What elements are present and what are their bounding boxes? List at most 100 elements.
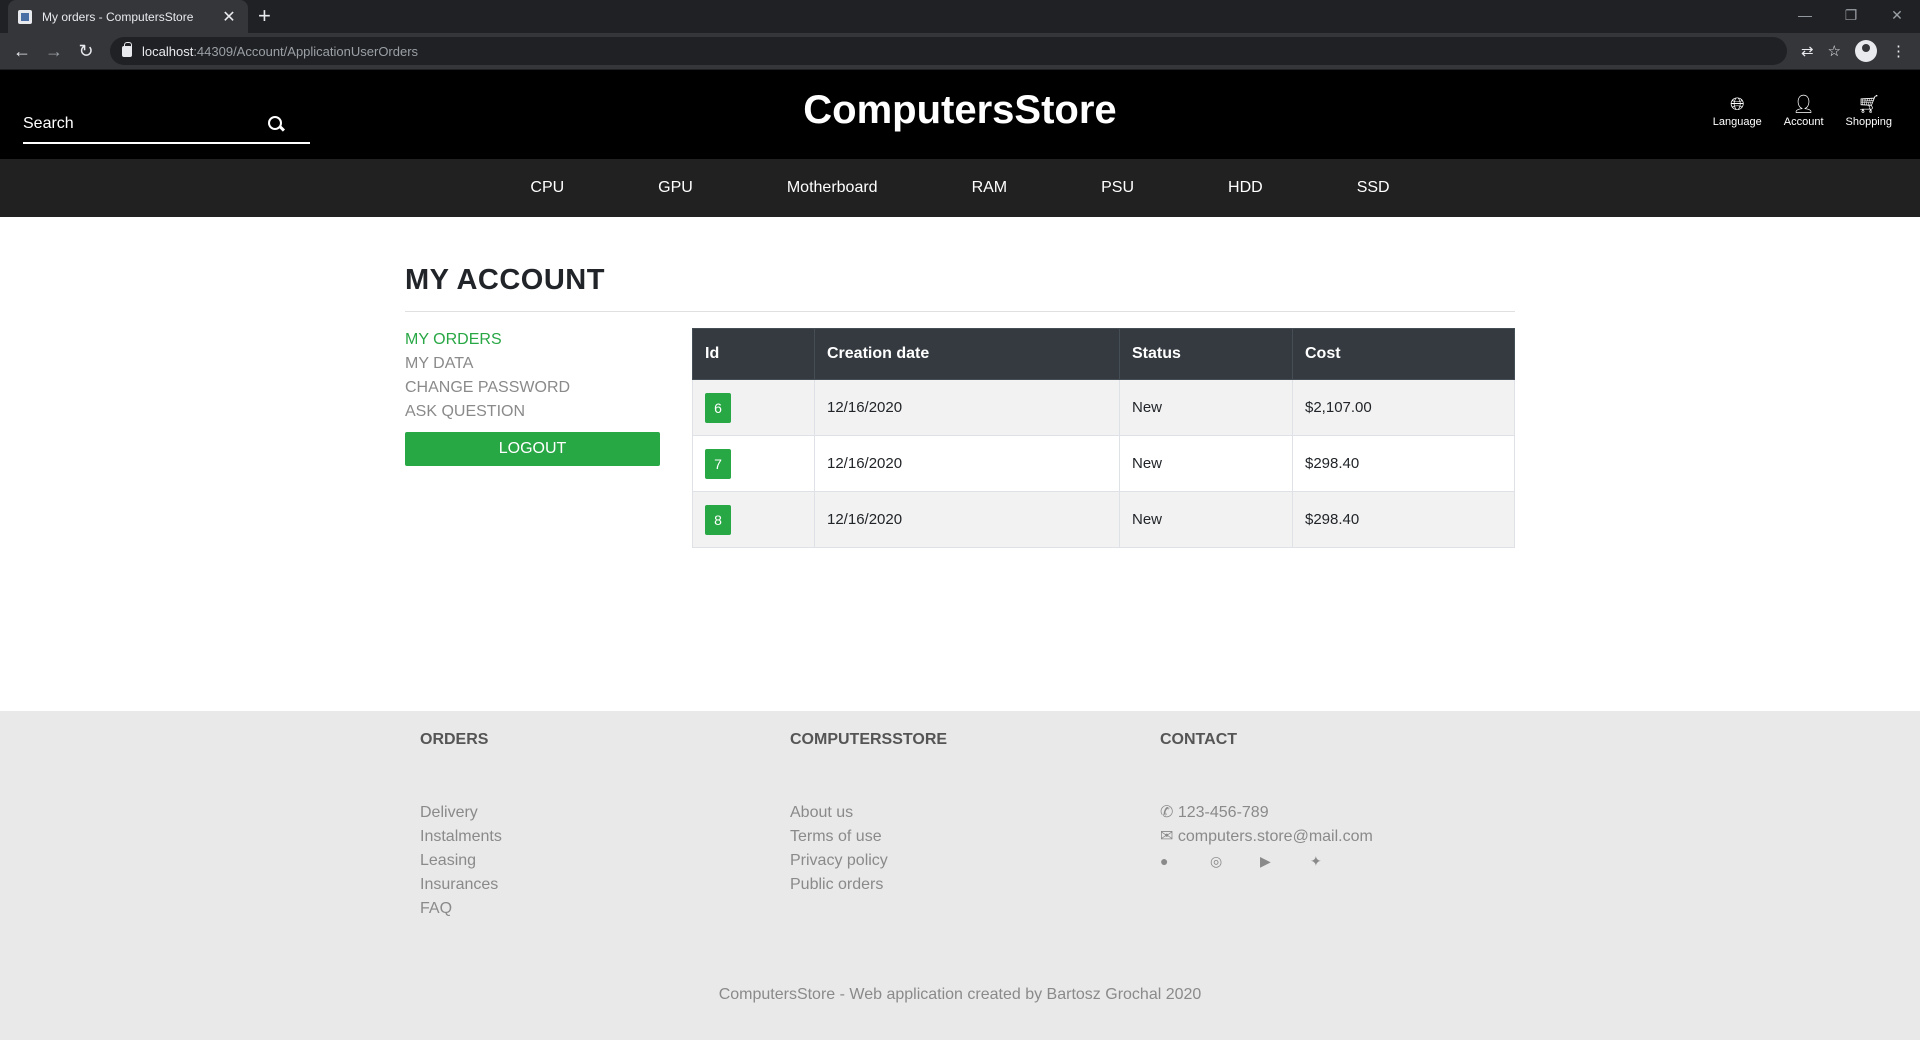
browser-tabbar: My orders - ComputersStore ✕ + — ❐ ✕	[0, 0, 1920, 33]
globe-icon: 🌐︎	[1730, 94, 1745, 114]
order-id-badge[interactable]: 7	[705, 448, 731, 479]
lock-icon	[122, 41, 132, 57]
phone-icon: ✆	[1160, 804, 1178, 821]
account-label: Account	[1783, 116, 1824, 128]
account-sidebar: MY ORDERS MY DATA CHANGE PASSWORD ASK QU…	[405, 328, 660, 548]
sidebar-item-change-password[interactable]: CHANGE PASSWORD	[405, 376, 660, 400]
order-date: 12/16/2020	[814, 435, 1120, 492]
footer-link-terms-of-use[interactable]: Terms of use	[790, 825, 947, 849]
profile-avatar-icon[interactable]	[1855, 40, 1877, 62]
user-icon: 👤︎	[1792, 94, 1816, 114]
nav-item-ssd[interactable]: SSD	[1357, 179, 1390, 197]
contact-email: ✉ computers.store@mail.com	[1160, 825, 1373, 849]
order-cost: $298.40	[1292, 435, 1515, 492]
new-tab-icon[interactable]: +	[258, 3, 271, 29]
sidebar-item-my-data[interactable]: MY DATA	[405, 352, 660, 376]
footer-link-about-us[interactable]: About us	[790, 801, 947, 825]
site-logo[interactable]: ComputersStore	[0, 88, 1920, 133]
url-host: localhost	[142, 43, 194, 59]
footer-link-instalments[interactable]: Instalments	[420, 825, 502, 849]
orders-table: Id Creation date Status Cost 6 12/16/202…	[692, 328, 1515, 548]
nav-item-gpu[interactable]: GPU	[658, 179, 693, 197]
account-main: MY ACCOUNT MY ORDERS MY DATA CHANGE PASS…	[405, 264, 1515, 548]
browser-tab-title: My orders - ComputersStore	[42, 9, 194, 24]
footer-orders-title: ORDERS	[420, 731, 489, 748]
footer-store-title: COMPUTERSSTORE	[790, 731, 948, 748]
table-header-row: Id Creation date Status Cost	[692, 328, 1515, 380]
column-header-status: Status	[1119, 328, 1293, 380]
account-button[interactable]: 👤︎ Account	[1784, 92, 1824, 128]
close-tab-icon[interactable]: ✕	[220, 7, 238, 27]
forward-icon[interactable]: →	[40, 37, 68, 65]
footer-link-privacy-policy[interactable]: Privacy policy	[790, 849, 947, 873]
sidebar-item-my-orders[interactable]: MY ORDERS	[405, 328, 660, 352]
footer-link-delivery[interactable]: Delivery	[420, 801, 502, 825]
order-id-cell: 6	[692, 379, 815, 436]
column-header-cost: Cost	[1292, 328, 1515, 380]
browser-menu-icon[interactable]: ⋮	[1891, 42, 1906, 60]
order-id-badge[interactable]: 6	[705, 392, 731, 423]
order-status: New	[1119, 491, 1293, 548]
social-links: ● ◎ ▶ ✦	[1160, 853, 1373, 869]
order-status: New	[1119, 379, 1293, 436]
shopping-label: Shopping	[1845, 116, 1893, 128]
language-label: Language	[1712, 116, 1762, 128]
footer-link-leasing[interactable]: Leasing	[420, 849, 502, 873]
footer-copyright: ComputersStore - Web application created…	[718, 986, 1202, 1003]
twitter-icon[interactable]: ✦	[1310, 853, 1326, 869]
shopping-button[interactable]: 🛒︎ Shopping	[1846, 92, 1893, 128]
footer-contact-column: CONTACT ✆ 123-456-789 ✉ computers.store@…	[1160, 731, 1373, 869]
translate-icon[interactable]: ⇄	[1801, 42, 1814, 60]
window-controls: — ❐ ✕	[1782, 0, 1920, 30]
phone-number: 123-456-789	[1177, 804, 1269, 821]
order-cost: $298.40	[1292, 491, 1515, 548]
table-row: 7 12/16/2020 New $298.40	[692, 435, 1515, 492]
category-nav: CPU GPU Motherboard RAM PSU HDD SSD	[0, 159, 1920, 217]
nav-item-ram[interactable]: RAM	[972, 179, 1008, 197]
url-path: :44309/Account/ApplicationUserOrders	[193, 43, 419, 59]
instagram-icon[interactable]: ◎	[1210, 853, 1226, 869]
envelope-icon: ✉	[1160, 828, 1178, 845]
sidebar-item-ask-question[interactable]: ASK QUESTION	[405, 400, 660, 424]
nav-item-hdd[interactable]: HDD	[1228, 179, 1263, 197]
column-header-creation-date: Creation date	[814, 328, 1120, 380]
email-address[interactable]: computers.store@mail.com	[1178, 828, 1373, 845]
reload-icon[interactable]: ↻	[72, 37, 100, 65]
back-icon[interactable]: ←	[8, 37, 36, 65]
footer-link-insurances[interactable]: Insurances	[420, 873, 502, 897]
footer-link-faq[interactable]: FAQ	[420, 897, 502, 921]
order-id-cell: 7	[692, 435, 815, 492]
url-field[interactable]: localhost :44309/Account/ApplicationUser…	[110, 37, 1787, 65]
bookmark-star-icon[interactable]: ☆	[1828, 42, 1841, 60]
logout-button[interactable]: LOGOUT	[405, 432, 660, 466]
cart-icon: 🛒︎	[1857, 94, 1881, 114]
language-button[interactable]: 🌐︎ Language	[1713, 92, 1762, 128]
footer-store-column: COMPUTERSSTORE About us Terms of use Pri…	[790, 731, 947, 897]
order-status: New	[1119, 435, 1293, 492]
nav-item-cpu[interactable]: CPU	[530, 179, 564, 197]
footer-orders-column: ORDERS Delivery Instalments Leasing Insu…	[420, 731, 502, 921]
minimize-icon[interactable]: —	[1782, 0, 1828, 30]
restore-icon[interactable]: ❐	[1828, 0, 1874, 30]
site-footer: ORDERS Delivery Instalments Leasing Insu…	[0, 711, 1920, 1040]
close-window-icon[interactable]: ✕	[1874, 0, 1920, 30]
site-header: Search ComputersStore 🌐︎ Language 👤︎ Acc…	[0, 70, 1920, 159]
contact-phone: ✆ 123-456-789	[1160, 801, 1373, 825]
order-id-cell: 8	[692, 491, 815, 548]
order-date: 12/16/2020	[814, 379, 1120, 436]
order-id-badge[interactable]: 8	[705, 504, 731, 535]
footer-link-public-orders[interactable]: Public orders	[790, 873, 947, 897]
browser-address-bar: ← → ↻ localhost :44309/Account/Applicati…	[0, 33, 1920, 70]
order-date: 12/16/2020	[814, 491, 1120, 548]
facebook-icon[interactable]: ●	[1160, 853, 1176, 869]
page-favicon-icon	[18, 9, 32, 24]
page-title: MY ACCOUNT	[405, 264, 1515, 312]
table-row: 8 12/16/2020 New $298.40	[692, 491, 1515, 548]
youtube-icon[interactable]: ▶	[1260, 853, 1276, 869]
column-header-id: Id	[692, 328, 815, 380]
nav-item-motherboard[interactable]: Motherboard	[787, 179, 878, 197]
footer-contact-title: CONTACT	[1160, 731, 1238, 748]
nav-item-psu[interactable]: PSU	[1101, 179, 1134, 197]
table-row: 6 12/16/2020 New $2,107.00	[692, 379, 1515, 436]
browser-tab[interactable]: My orders - ComputersStore ✕	[8, 0, 248, 33]
